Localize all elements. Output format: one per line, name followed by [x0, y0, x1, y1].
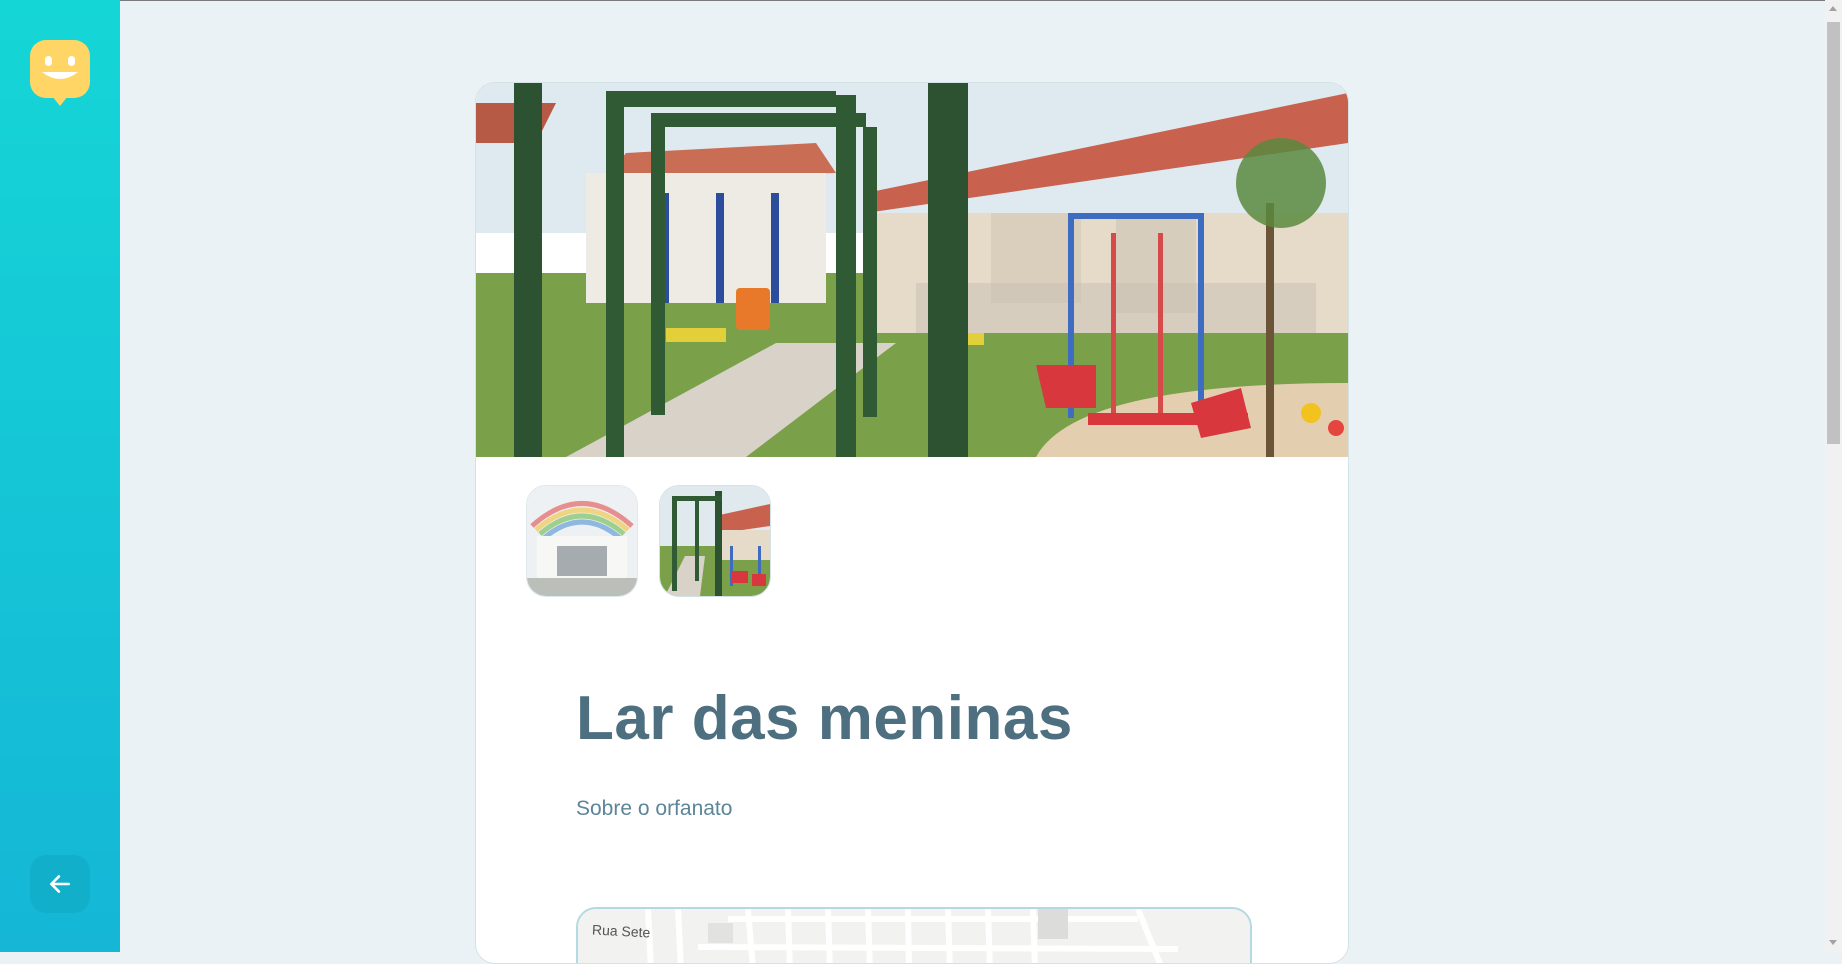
map-streets	[578, 909, 1250, 963]
about-orphanage-text: Sobre o orfanato	[576, 797, 733, 820]
thumbnail-button[interactable]	[526, 485, 638, 597]
orphanage-name: Lar das meninas	[576, 684, 1073, 753]
window-top-border	[0, 0, 1842, 1]
happy-face-pin-icon[interactable]	[30, 40, 90, 110]
location-map[interactable]: Rua Sete	[576, 907, 1252, 963]
thumbnail-button[interactable]	[659, 485, 771, 597]
orphanage-main-photo	[476, 83, 1348, 457]
sidebar	[0, 0, 120, 952]
image-gallery	[526, 485, 771, 597]
arrow-left-icon	[50, 875, 70, 893]
back-button[interactable]	[30, 855, 90, 913]
scroll-down-arrow-icon[interactable]	[1829, 940, 1837, 945]
scrollbar-thumb[interactable]	[1827, 22, 1840, 444]
map-street-label: Rua Sete	[591, 921, 651, 941]
orphanage-details-card: Lar das meninas Sobre o orfanato Rua Set…	[475, 82, 1349, 964]
scroll-up-arrow-icon[interactable]	[1829, 6, 1837, 11]
